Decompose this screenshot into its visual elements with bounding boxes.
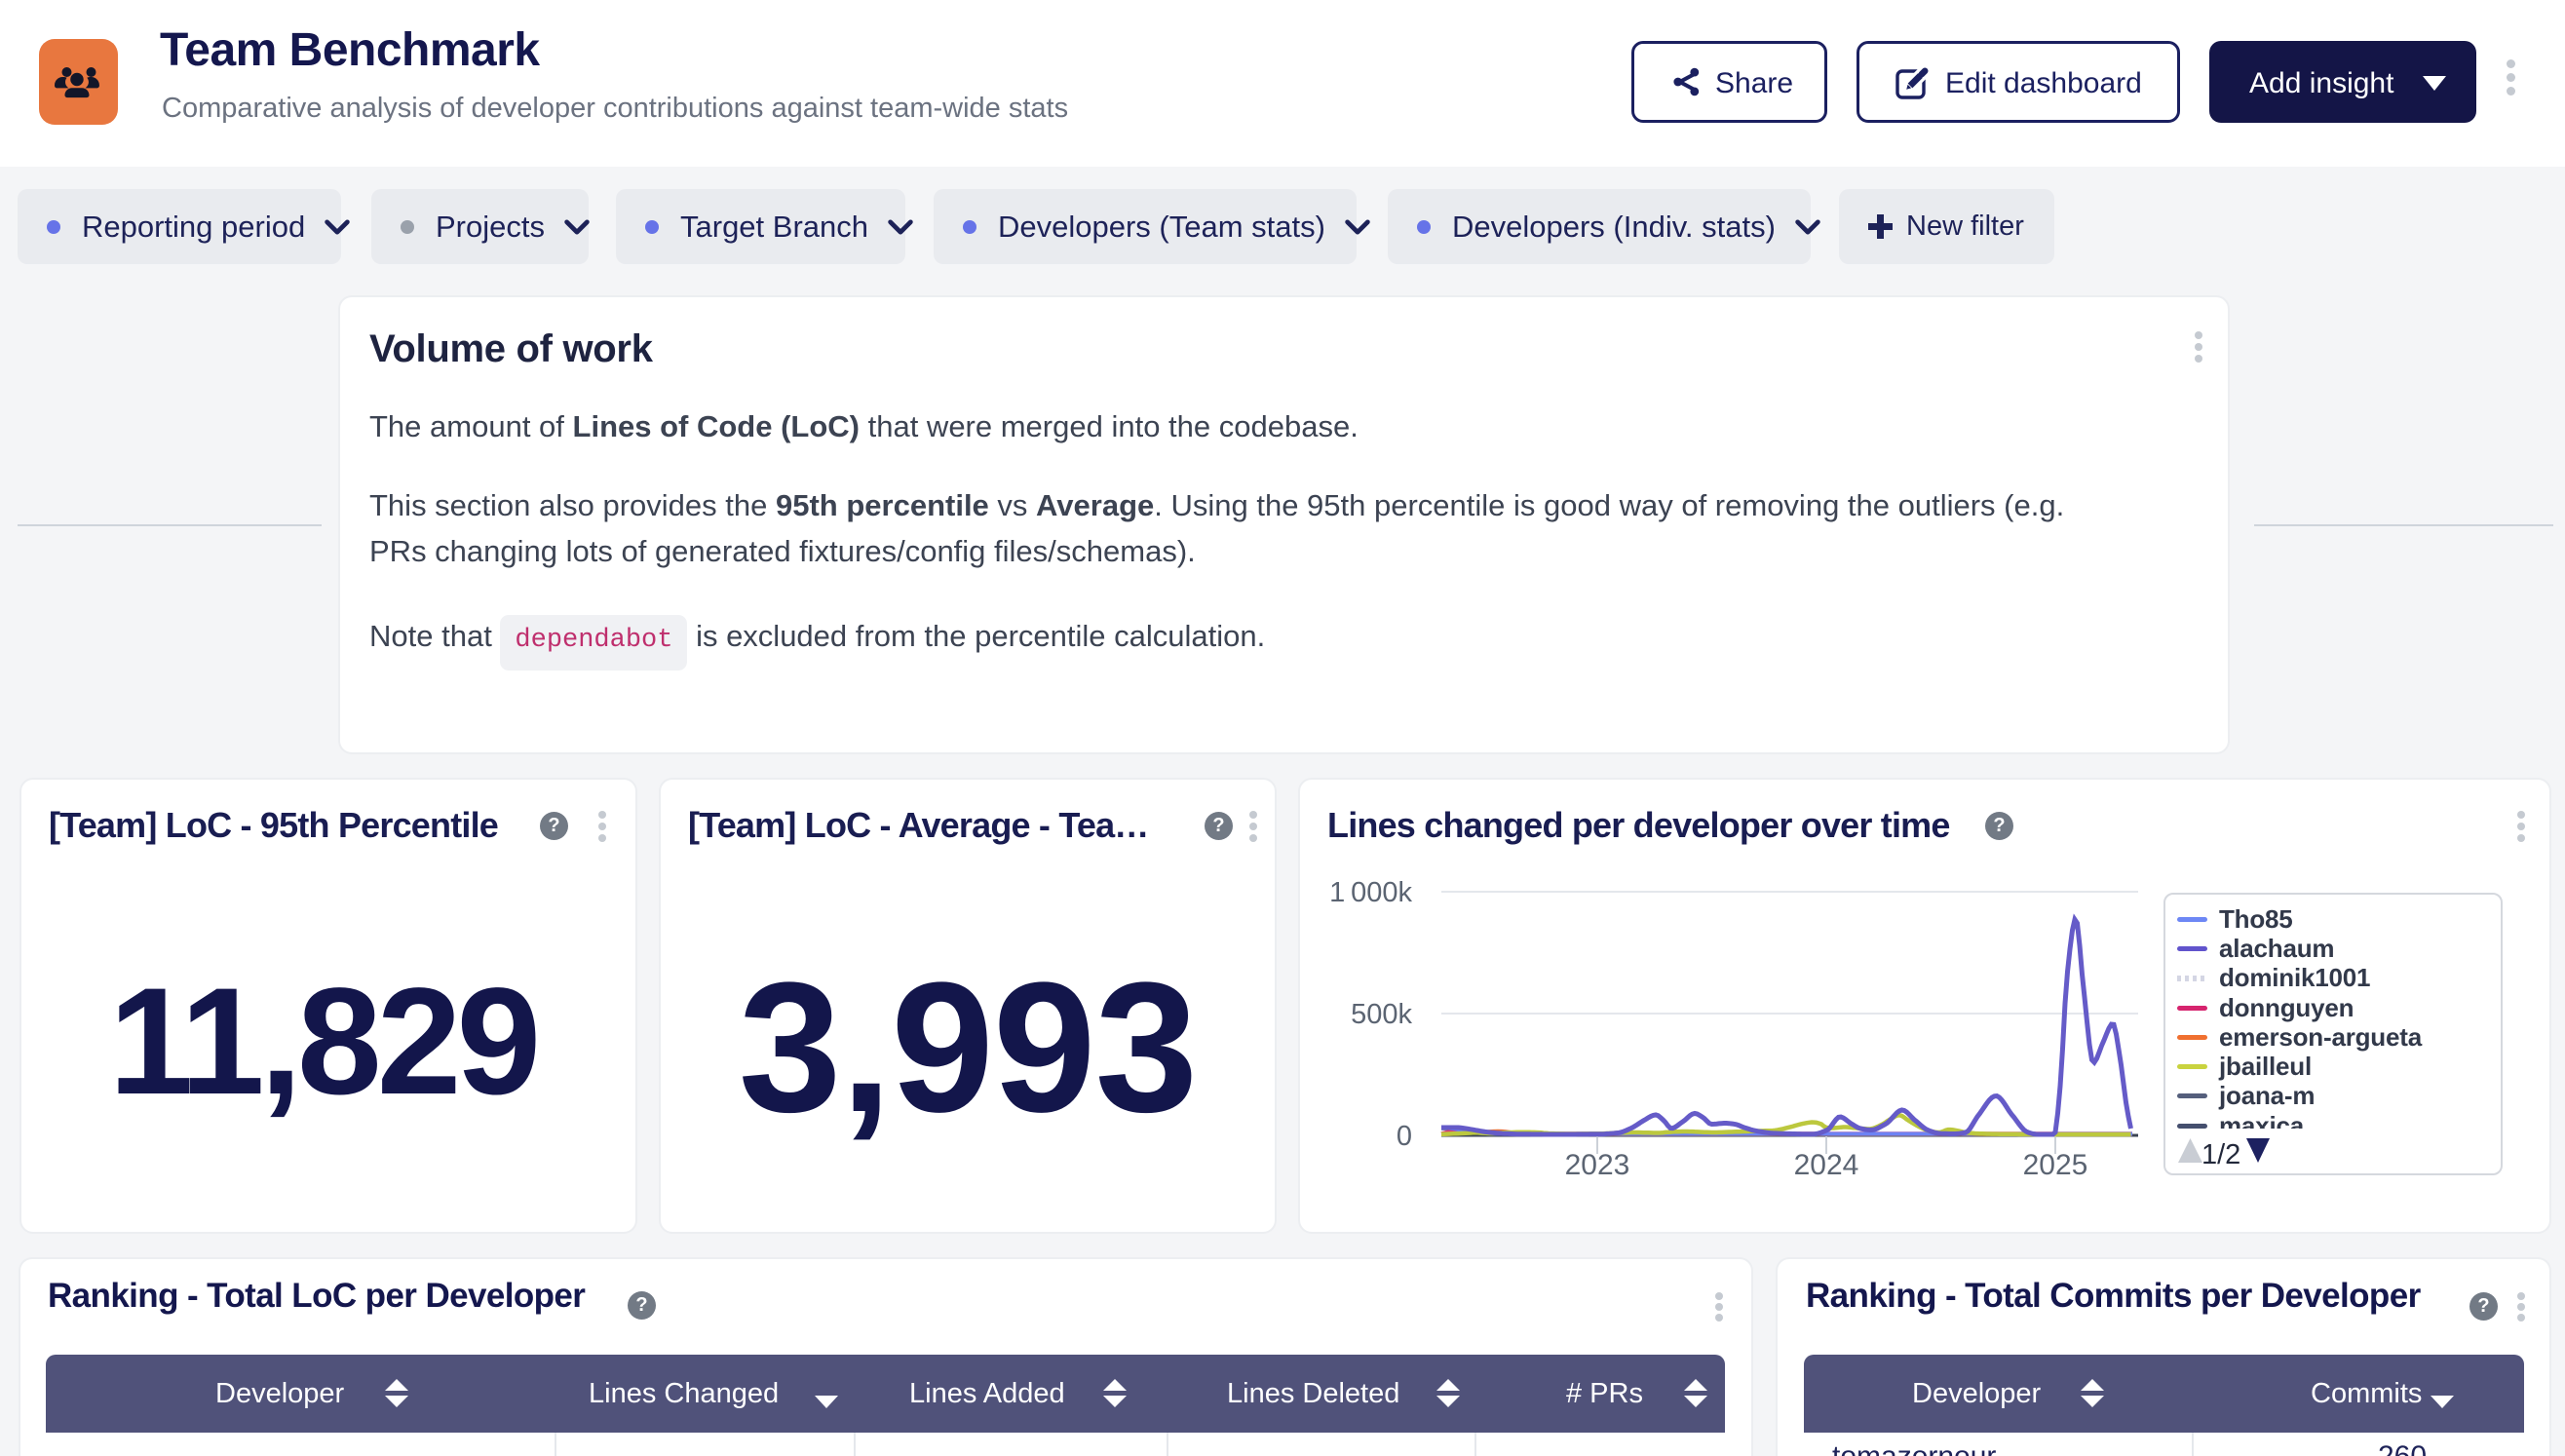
svg-text:2024: 2024	[1794, 1149, 1859, 1181]
svg-text:1 000k: 1 000k	[1329, 877, 1412, 908]
svg-text:500k: 500k	[1351, 999, 1412, 1030]
svg-text:2025: 2025	[2023, 1149, 2088, 1181]
svg-text:2023: 2023	[1565, 1149, 1630, 1181]
svg-text:0: 0	[1397, 1121, 1412, 1152]
